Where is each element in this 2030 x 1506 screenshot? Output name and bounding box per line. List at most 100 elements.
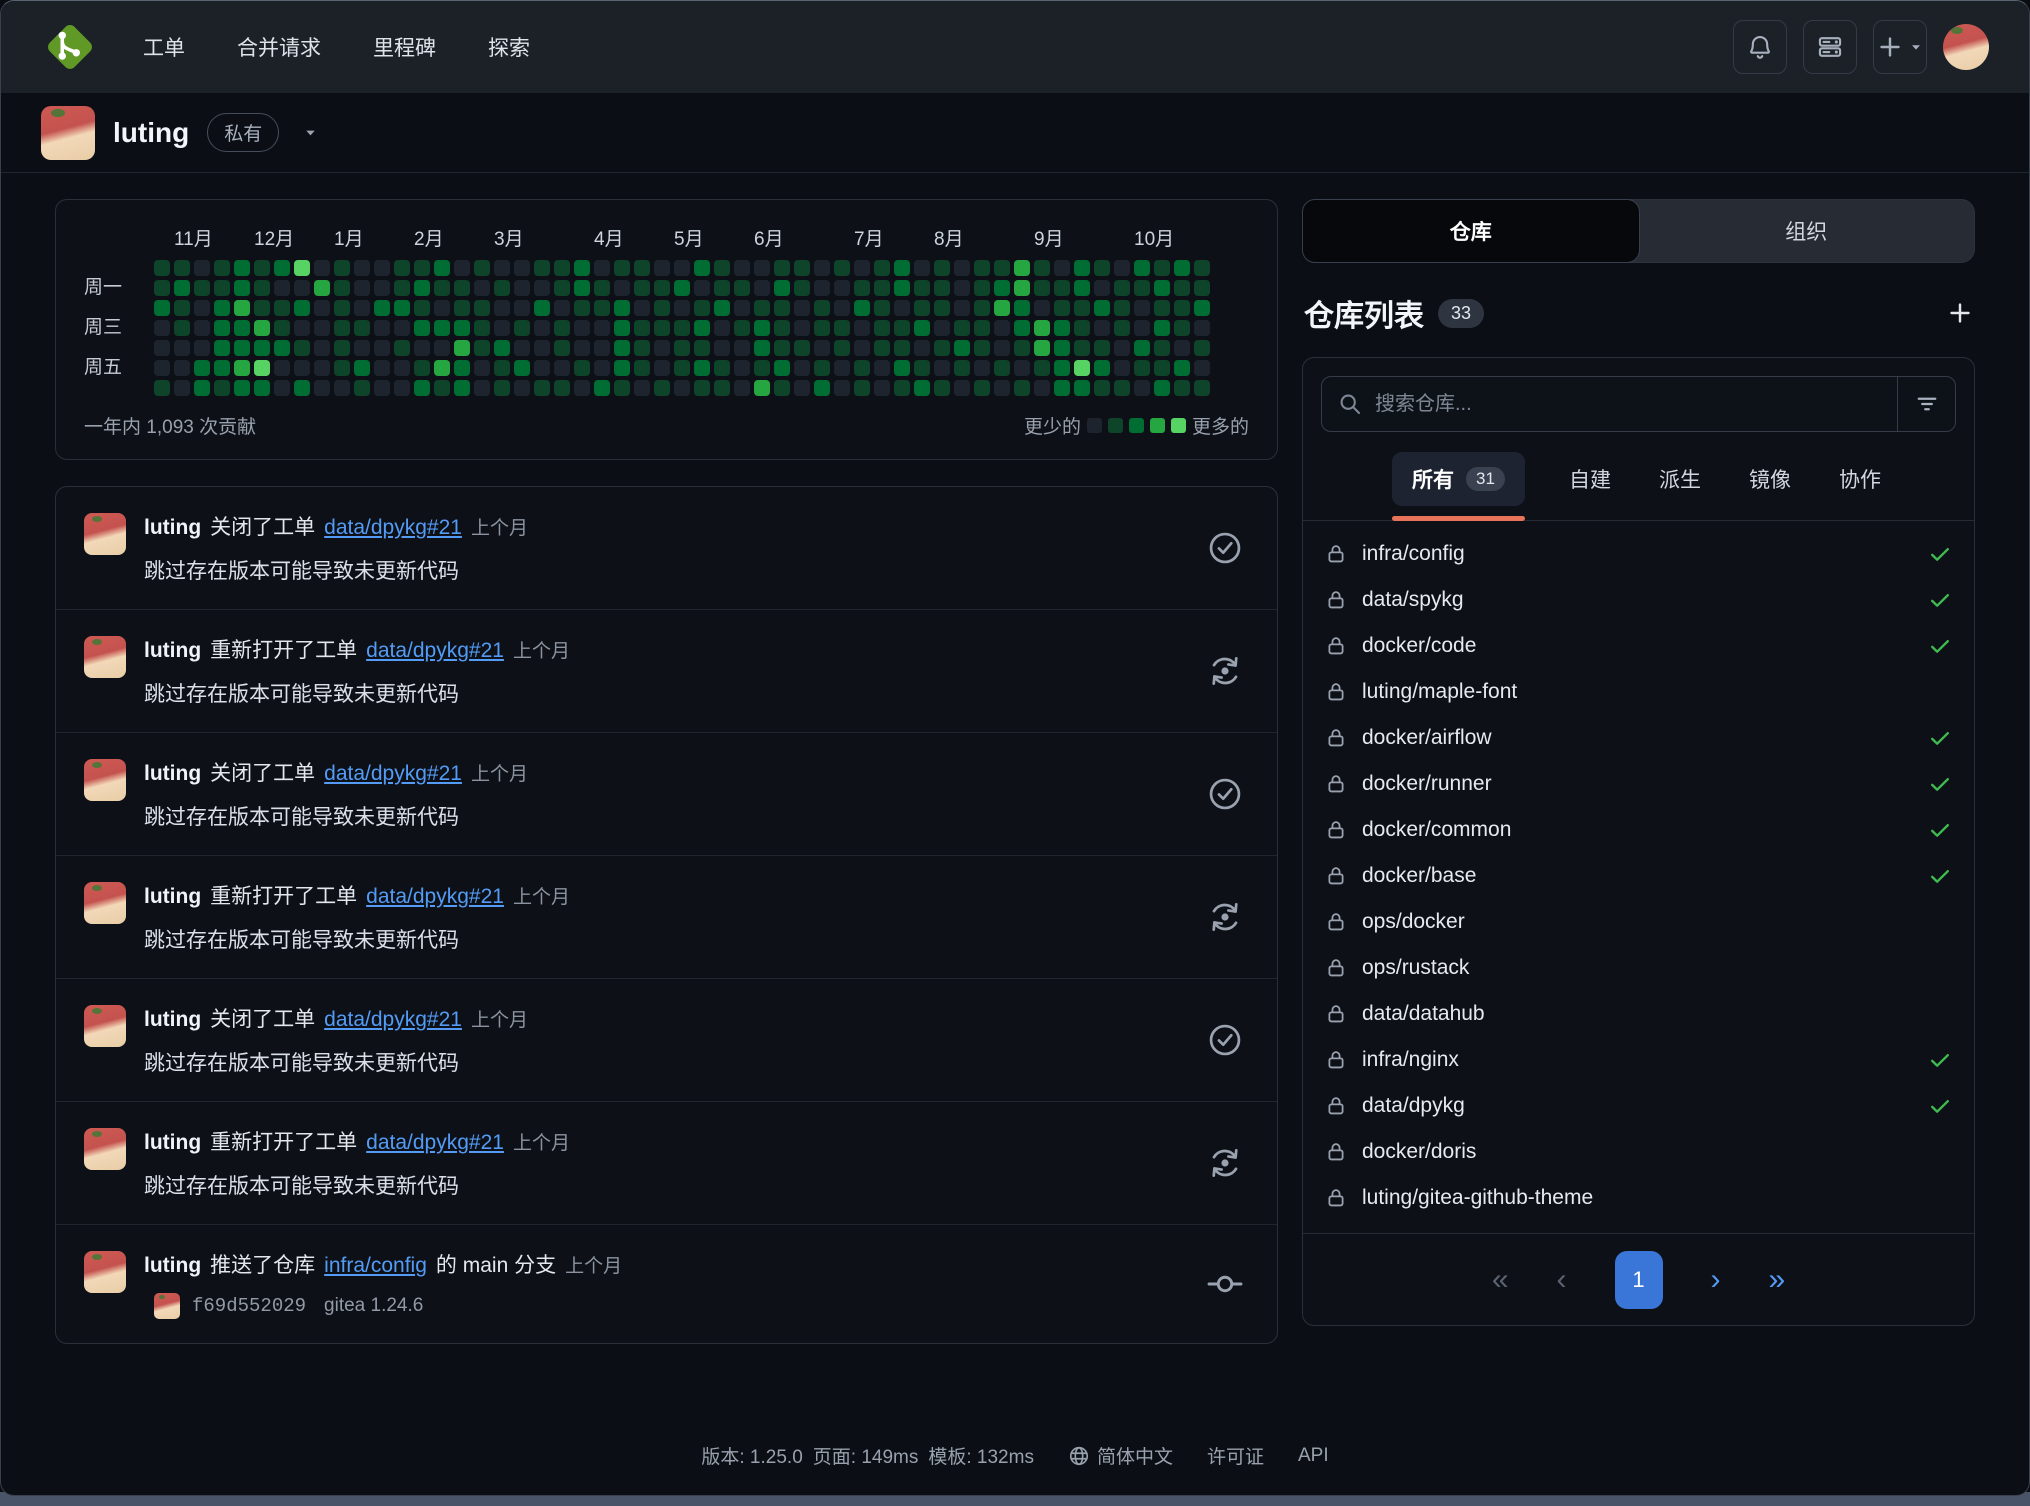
activity-repo-link[interactable]: data/dpykg#21 xyxy=(324,1008,462,1032)
repo-row[interactable]: docker/airflow xyxy=(1303,715,1974,761)
repo-row[interactable]: docker/base xyxy=(1303,853,1974,899)
profile-dropdown-caret[interactable] xyxy=(297,119,324,146)
heatmap-cell xyxy=(214,340,230,356)
activity-repo-link[interactable]: data/dpykg#21 xyxy=(324,516,462,540)
heatmap-cell xyxy=(594,380,610,396)
activity-repo-link[interactable]: infra/config xyxy=(324,1254,427,1278)
tab-organizations[interactable]: 组织 xyxy=(1639,200,1975,262)
repo-name: docker/base xyxy=(1362,864,1476,888)
repo-search-input[interactable] xyxy=(1375,377,1897,431)
heatmap-cell xyxy=(614,360,630,376)
nav-link-1[interactable]: 合并请求 xyxy=(237,32,321,62)
repo-row[interactable]: infra/nginx xyxy=(1303,1037,1974,1083)
repo-name: infra/nginx xyxy=(1362,1048,1459,1072)
heatmap-cell xyxy=(1014,280,1030,296)
activity-user-link[interactable]: luting xyxy=(144,762,201,786)
heatmap-cell xyxy=(834,260,850,276)
commit-icon xyxy=(1201,1249,1249,1319)
activity-repo-link[interactable]: data/dpykg#21 xyxy=(366,1131,504,1155)
heatmap-cell xyxy=(754,280,770,296)
heatmap-cell xyxy=(854,320,870,336)
gitea-logo[interactable] xyxy=(41,18,99,76)
license-link[interactable]: 许可证 xyxy=(1207,1442,1264,1469)
repo-row[interactable]: ops/rustack xyxy=(1303,945,1974,991)
heatmap-cell xyxy=(814,340,830,356)
tab-repositories[interactable]: 仓库 xyxy=(1302,199,1640,263)
heatmap-cell xyxy=(154,260,170,276)
heatmap-cell xyxy=(1074,280,1090,296)
commit-hash-link[interactable]: f69d552029 xyxy=(192,1295,306,1317)
heatmap-cell xyxy=(294,320,310,336)
activity-user-link[interactable]: luting xyxy=(144,1008,201,1032)
heatmap-cell xyxy=(854,300,870,316)
committer-avatar xyxy=(154,1293,180,1319)
heatmap-cell xyxy=(494,360,510,376)
repo-row[interactable]: docker/common xyxy=(1303,807,1974,853)
heatmap-cell xyxy=(634,340,650,356)
repo-row[interactable]: data/dpykg xyxy=(1303,1083,1974,1129)
repo-row[interactable]: luting/gitea-github-theme xyxy=(1303,1175,1974,1221)
repo-name: docker/common xyxy=(1362,818,1511,842)
activity-repo-link[interactable]: data/dpykg#21 xyxy=(366,639,504,663)
admin-panel-button[interactable] xyxy=(1803,20,1857,74)
activity-user-link[interactable]: luting xyxy=(144,639,201,663)
heatmap-cell xyxy=(754,260,770,276)
heatmap-cell xyxy=(694,340,710,356)
pagination-first-button[interactable]: « xyxy=(1492,1265,1509,1295)
heatmap-grid: 周一周三周五 xyxy=(84,260,1249,396)
pagination-prev-button[interactable]: ‹ xyxy=(1557,1265,1567,1295)
heatmap-cell xyxy=(934,280,950,296)
repo-row[interactable]: infra/config xyxy=(1303,531,1974,577)
repo-row[interactable]: data/datahub xyxy=(1303,991,1974,1037)
filter-tab-2[interactable]: 派生 xyxy=(1655,452,1705,506)
globe-icon xyxy=(1068,1445,1090,1467)
create-new-button[interactable] xyxy=(1873,20,1927,74)
navbar-right xyxy=(1733,20,1989,74)
heatmap-cell xyxy=(394,360,410,376)
activity-repo-link[interactable]: data/dpykg#21 xyxy=(324,762,462,786)
version-info: 版本: 1.25.0 页面: 149ms 模板: 132ms xyxy=(701,1442,1034,1469)
filter-tab-0[interactable]: 所有31 xyxy=(1392,452,1525,506)
pagination-next-button[interactable]: › xyxy=(1711,1265,1721,1295)
repo-filter-button[interactable] xyxy=(1897,377,1955,431)
heatmap-cell xyxy=(394,260,410,276)
repo-row[interactable]: ops/docker xyxy=(1303,899,1974,945)
filter-tab-1[interactable]: 自建 xyxy=(1565,452,1615,506)
heatmap-cell xyxy=(374,340,390,356)
activity-user-link[interactable]: luting xyxy=(144,885,201,909)
repo-row[interactable]: luting/maple-font xyxy=(1303,669,1974,715)
filter-tab-4[interactable]: 协作 xyxy=(1835,452,1885,506)
activity-repo-link[interactable]: data/dpykg#21 xyxy=(366,885,504,909)
filter-tab-3[interactable]: 镜像 xyxy=(1745,452,1795,506)
heatmap-cell xyxy=(254,360,270,376)
repo-row[interactable]: docker/code xyxy=(1303,623,1974,669)
activity-user-link[interactable]: luting xyxy=(144,1254,201,1278)
repo-list-header: 仓库列表 33 xyxy=(1304,291,1973,335)
heatmap-cell xyxy=(394,340,410,356)
user-avatar xyxy=(84,882,126,924)
repo-row[interactable]: data/spykg xyxy=(1303,577,1974,623)
add-repo-button[interactable] xyxy=(1947,300,1973,326)
heatmap-cell xyxy=(314,360,330,376)
activity-user-link[interactable]: luting xyxy=(144,1131,201,1155)
heatmap-cell xyxy=(1074,320,1090,336)
repo-row[interactable]: docker/doris xyxy=(1303,1129,1974,1175)
heatmap-cell xyxy=(194,260,210,276)
pagination-last-button[interactable]: » xyxy=(1769,1265,1786,1295)
api-link[interactable]: API xyxy=(1298,1445,1329,1467)
heatmap-cell xyxy=(994,360,1010,376)
nav-link-0[interactable]: 工单 xyxy=(143,32,185,62)
pagination-page-current[interactable]: 1 xyxy=(1615,1251,1663,1309)
repo-row[interactable]: docker/runner xyxy=(1303,761,1974,807)
nav-link-2[interactable]: 里程碑 xyxy=(373,32,436,62)
language-menu[interactable]: 简体中文 xyxy=(1068,1442,1173,1469)
activity-user-link[interactable]: luting xyxy=(144,516,201,540)
heatmap-cell xyxy=(774,360,790,376)
nav-link-3[interactable]: 探索 xyxy=(488,32,530,62)
notifications-button[interactable] xyxy=(1733,20,1787,74)
heatmap-cell xyxy=(634,360,650,376)
navbar-avatar[interactable] xyxy=(1943,24,1989,70)
user-avatar xyxy=(84,1005,126,1047)
heatmap-cell xyxy=(974,300,990,316)
heatmap-cell xyxy=(874,340,890,356)
